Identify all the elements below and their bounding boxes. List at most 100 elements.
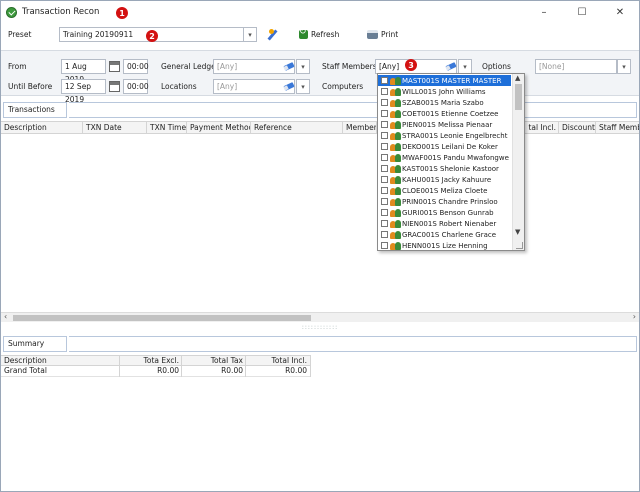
checkbox[interactable] [381,220,388,227]
list-item[interactable]: COET001S Etienne Coetzee [378,108,511,119]
summary-col-description[interactable]: Description [4,356,47,366]
list-item[interactable]: MAST001S MASTER MASTER [378,75,511,86]
col-discount[interactable]: Discount [559,122,596,134]
general-ledgers-dropdown[interactable]: ▾ [296,59,310,74]
checkbox[interactable] [381,231,388,238]
list-item[interactable]: PIEN001S Melissa Pienaar [378,119,511,130]
checkbox[interactable] [381,132,388,139]
summary-col-total-tax[interactable]: Total Tax [183,356,243,366]
list-item[interactable]: MWAF001S Pandu Mwafongwe [378,152,511,163]
list-item[interactable]: GRAC001S Charlene Grace [378,229,511,240]
calendar-icon[interactable] [109,81,120,92]
print-button[interactable]: Print [367,30,398,39]
list-item[interactable]: CLOE001S Meliza Cloete [378,185,511,196]
col-total-incl[interactable]: tal Incl. [523,122,559,134]
list-item-label: PIEN001S Melissa Pienaar [402,120,493,129]
column-divider [310,355,311,377]
col-reference[interactable]: Reference [251,122,343,134]
scroll-left-icon[interactable]: ‹ [4,312,7,321]
eraser-icon[interactable] [283,82,295,91]
summary-col-total-excl[interactable]: Tota Excl. [121,356,179,366]
magic-wand-icon[interactable] [266,29,278,41]
checkbox[interactable] [381,209,388,216]
col-txn-time[interactable]: TXN Time [147,122,187,134]
transaction-recon-window: Transaction Recon – ☐ ✕ 1 Preset Trainin… [0,0,640,492]
scrollbar-thumb[interactable] [515,84,522,110]
scrollbar-thumb[interactable] [13,315,311,321]
scroll-up-icon[interactable]: ▲ [515,74,520,82]
list-item[interactable]: SZAB001S Maria Szabo [378,97,511,108]
chevron-down-icon: ▾ [301,82,305,91]
people-icon [390,241,401,250]
summary-section-bar: Summary [3,336,637,352]
until-date-input[interactable]: 12 Sep 2019 [61,79,106,104]
list-item[interactable]: STRA001S Leonie Engelbrecht [378,130,511,141]
staff-members-dropdown[interactable]: ▾ [458,59,472,74]
resize-grip-icon[interactable] [516,242,523,249]
list-item[interactable]: GURI001S Benson Gunrab [378,207,511,218]
from-date-input[interactable]: 1 Aug 2019 [61,59,106,84]
until-time-input[interactable]: 00:00 [123,79,149,94]
col-staff-member[interactable]: Staff Membe [596,122,639,134]
list-item[interactable]: NIEN001S Robert Nienaber [378,218,511,229]
col-member-code[interactable]: Member C [343,122,377,134]
scroll-down-icon[interactable]: ▼ [515,228,520,236]
people-icon [390,120,401,129]
list-item-label: STRA001S Leonie Engelbrecht [402,131,508,140]
list-item[interactable]: HENN001S Lize Henning [378,240,511,250]
checkbox[interactable] [381,121,388,128]
calendar-icon[interactable] [109,61,120,72]
from-time-input[interactable]: 00:00 [123,59,149,74]
checkbox[interactable] [381,88,388,95]
panel-splitter[interactable]: :::::::::::: [1,322,639,332]
options-dropdown[interactable]: ▾ [617,59,631,74]
list-item[interactable]: KAST001S Shelonie Kastoor [378,163,511,174]
list-item-label: DEKO001S Leilani De Koker [402,142,498,151]
computers-label: Computers [322,82,364,91]
checkbox[interactable] [381,110,388,117]
list-item[interactable]: KAHU001S Jacky Kahuure [378,174,511,185]
col-payment-method[interactable]: Payment Method [187,122,251,134]
tab-transactions[interactable]: Transactions [3,102,67,118]
preset-dropdown-button[interactable]: ▾ [243,27,257,42]
options-select[interactable]: [None] [535,59,617,74]
list-item[interactable]: PRIN001S Chandre Prinsloo [378,196,511,207]
tab-summary[interactable]: Summary [3,336,67,352]
window-title: Transaction Recon [22,7,100,17]
checkbox[interactable] [381,154,388,161]
checkbox[interactable] [381,176,388,183]
minimize-button[interactable]: – [525,1,563,23]
close-button[interactable]: ✕ [601,1,639,23]
eraser-icon[interactable] [445,62,457,71]
refresh-button[interactable]: Refresh [299,27,339,39]
col-description[interactable]: Description [1,122,83,134]
horizontal-scrollbar[interactable]: ‹ › [1,312,639,322]
people-icon [390,197,401,206]
checkbox[interactable] [381,143,388,150]
checkbox[interactable] [381,165,388,172]
people-icon [390,76,401,85]
checkbox[interactable] [381,242,388,249]
annotation-marker-1: 1 [116,7,128,19]
preset-select[interactable]: Training 20190911 [59,27,257,42]
checkbox[interactable] [381,99,388,106]
maximize-button[interactable]: ☐ [563,1,601,23]
window-controls: – ☐ ✕ [525,1,639,23]
eraser-icon[interactable] [283,62,295,71]
list-item[interactable]: DEKO001S Leilani De Koker [378,141,511,152]
checkbox[interactable] [381,77,388,84]
list-item[interactable]: WILL001S John Williams [378,86,511,97]
table-row[interactable]: Grand Total R0.00 R0.00 R0.00 [1,366,311,377]
summary-col-total-incl[interactable]: Total Incl. [247,356,307,366]
people-icon [390,131,401,140]
people-icon [390,153,401,162]
col-txn-date[interactable]: TXN Date [83,122,147,134]
annotation-marker-3: 3 [405,59,417,71]
dropdown-vertical-scrollbar[interactable]: ▲ ▼ [512,74,524,250]
checkbox[interactable] [381,187,388,194]
locations-dropdown[interactable]: ▾ [296,79,310,94]
staff-members-dropdown-list[interactable]: MAST001S MASTER MASTER WILL001S John Wil… [377,73,525,251]
scroll-right-icon[interactable]: › [633,312,636,321]
title-bar: Transaction Recon – ☐ ✕ [1,1,639,23]
checkbox[interactable] [381,198,388,205]
